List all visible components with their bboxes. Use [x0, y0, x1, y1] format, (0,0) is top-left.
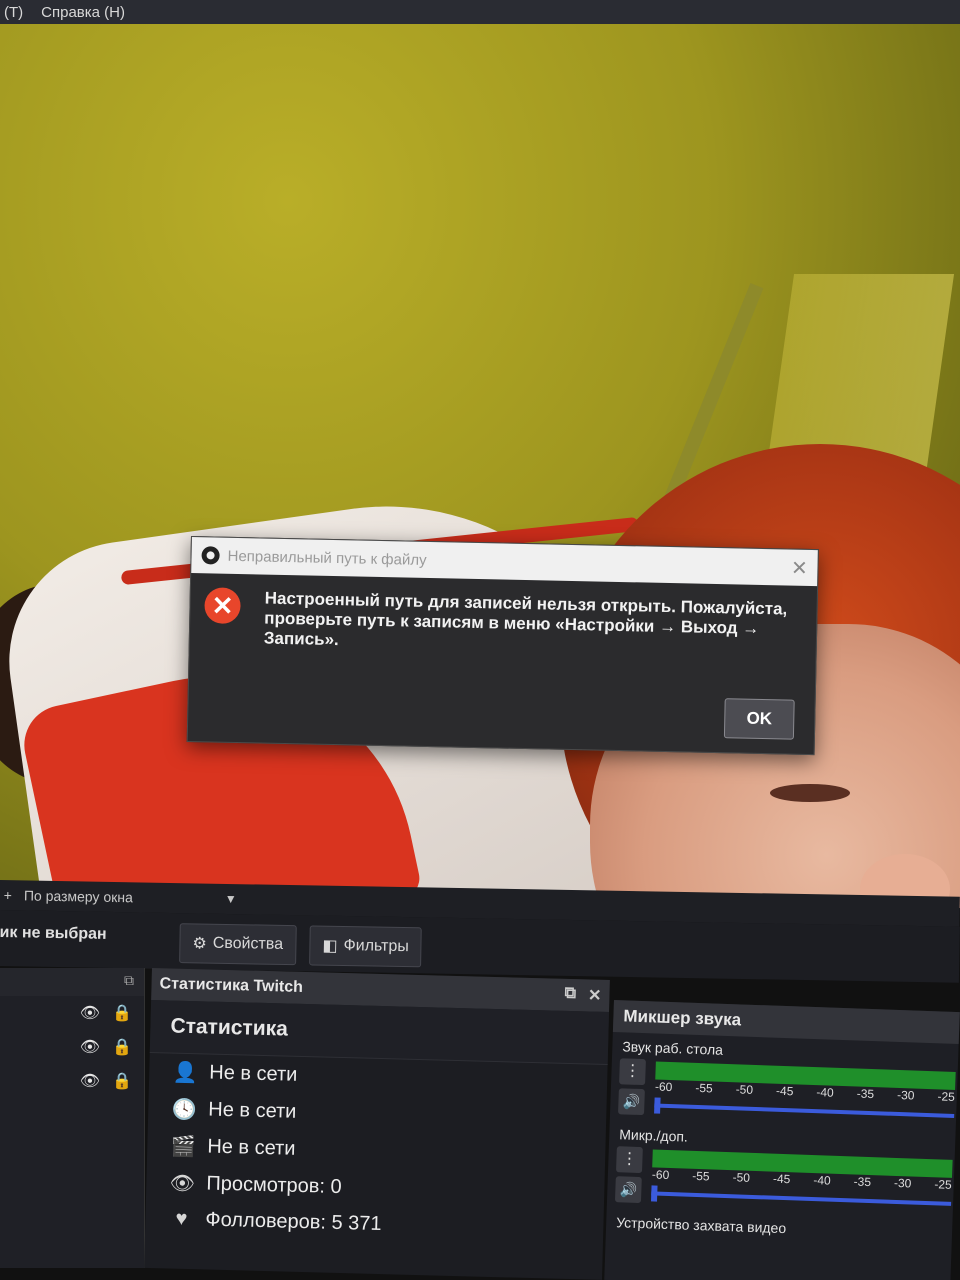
close-icon[interactable]: ✕ [588, 985, 602, 1005]
tick-label: -45 [775, 1083, 794, 1099]
speaker-icon[interactable]: 🔊 [618, 1088, 645, 1116]
obs-logo-icon [201, 546, 220, 565]
tick-label: -30 [896, 1087, 915, 1103]
chevron-down-icon[interactable]: ▼ [225, 892, 237, 906]
heart-icon: ♥ [175, 1207, 188, 1231]
menu-dots-icon[interactable]: ⋮ [615, 1146, 643, 1174]
tick-label: -60 [654, 1079, 673, 1095]
stat-value: Просмотров: 0 [206, 1172, 342, 1199]
list-item[interactable]: 👁 🔒 [0, 1030, 144, 1064]
tick-label: -55 [692, 1168, 710, 1184]
person-eye [770, 784, 850, 802]
tick-label: -30 [893, 1175, 912, 1191]
filter-icon: ◧ [322, 937, 338, 955]
error-icon: ✕ [204, 587, 241, 625]
tick-label: -25 [934, 1177, 952, 1192]
properties-label: Свойства [212, 934, 284, 953]
menu-bar: (Т) Справка (Н) [0, 0, 960, 24]
undock-icon[interactable]: ⧉ [124, 972, 134, 992]
filters-button[interactable]: ◧ Фильтры [309, 925, 423, 968]
menu-dots-icon[interactable]: ⋮ [619, 1058, 646, 1086]
stat-value: Фолловеров: 5 371 [205, 1208, 382, 1236]
filters-label: Фильтры [343, 937, 409, 956]
mixer-channel: ⋮ 🔊 -60 -55 -50 -45 -40 -35 -30 -25 [610, 1056, 958, 1132]
tick-label: -50 [732, 1170, 751, 1185]
user-icon: 👤 [172, 1061, 199, 1085]
stat-value: Не в сети [207, 1135, 296, 1160]
speaker-icon[interactable]: 🔊 [614, 1176, 642, 1204]
volume-slider[interactable] [651, 1191, 952, 1206]
sources-dock-header: ⧉ [0, 968, 144, 996]
stat-value: Не в сети [208, 1061, 298, 1086]
gear-icon: ⚙ [192, 935, 207, 953]
lock-icon[interactable]: 🔒 [112, 1037, 132, 1057]
tick-label: -35 [853, 1174, 872, 1190]
list-item[interactable]: 👁 🔒 [0, 996, 144, 1030]
preview-canvas [0, 24, 960, 908]
lock-icon[interactable]: 🔒 [112, 1071, 132, 1091]
tick-label: -35 [856, 1086, 875, 1102]
stat-value: Не в сети [208, 1098, 297, 1123]
clapper-icon: 🎬 [170, 1135, 197, 1159]
ok-button[interactable]: OK [723, 698, 795, 740]
eye-icon: 👁 [169, 1172, 196, 1196]
menu-item-help[interactable]: Справка (Н) [41, 4, 125, 21]
eye-icon[interactable]: 👁 [80, 1003, 100, 1023]
lock-icon[interactable]: 🔒 [112, 1003, 132, 1023]
dialog-title: Неправильный путь к файлу [227, 547, 427, 569]
sources-list: ⧉ 👁 🔒 👁 🔒 👁 🔒 [0, 968, 145, 1268]
add-icon[interactable]: + [4, 887, 12, 903]
tick-label: -60 [651, 1167, 670, 1183]
tick-label: -25 [937, 1089, 956, 1104]
dialog-message: Настроенный путь для записей нельзя откр… [263, 588, 788, 650]
twitch-stats-panel: Статистика Twitch ⧉ ✕ Статистика 👤 Не в … [144, 968, 610, 1280]
no-source-selected: ик не выбран [0, 923, 107, 943]
tick-label: -55 [695, 1080, 713, 1096]
properties-button[interactable]: ⚙ Свойства [179, 923, 297, 966]
clock-icon: 🕓 [171, 1098, 198, 1122]
background-lamp [765, 274, 955, 474]
scale-mode-label[interactable]: По размеру окна [24, 887, 133, 905]
undock-icon[interactable]: ⧉ [564, 985, 576, 1005]
eye-icon[interactable]: 👁 [80, 1037, 100, 1057]
tick-label: -50 [735, 1082, 754, 1097]
audio-mixer: Микшер звука Звук раб. стола ⋮ 🔊 -60 -55… [604, 1000, 960, 1280]
volume-slider[interactable] [654, 1103, 955, 1118]
tick-label: -40 [816, 1085, 834, 1100]
list-item[interactable]: 👁 🔒 [0, 1064, 144, 1098]
eye-icon[interactable]: 👁 [80, 1071, 100, 1091]
error-dialog: Неправильный путь к файлу ✕ ✕ Настроенны… [186, 536, 819, 756]
stats-dock-title: Статистика Twitch [159, 975, 304, 996]
close-icon[interactable]: ✕ [781, 555, 818, 581]
tick-label: -40 [813, 1173, 831, 1188]
tick-label: -45 [772, 1171, 791, 1187]
menu-item-tools[interactable]: (Т) [4, 4, 23, 21]
mixer-channel: ⋮ 🔊 -60 -55 -50 -45 -40 -35 -30 -25 [607, 1144, 955, 1220]
